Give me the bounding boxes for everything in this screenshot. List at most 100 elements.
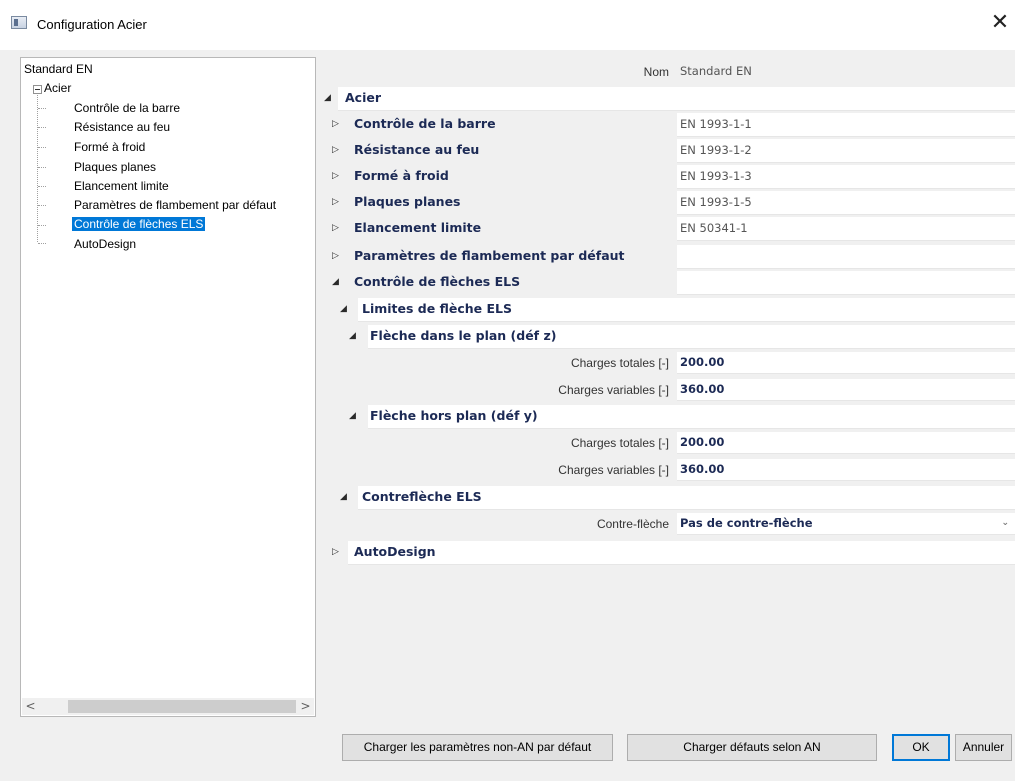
property-row-contre-fleche: Contre-flèche Pas de contre-flèche ⌄ [318,513,1015,535]
section-label-controle-fleches-els: Contrôle de flèches ELS [354,274,521,289]
section-label-controle-barre: Contrôle de la barre [354,116,496,131]
section-label-fleche-plan-z: Flèche dans le plan (déf z) [370,328,557,343]
section-controle-fleches-els[interactable]: ◢ Contrôle de flèches ELS [318,271,1015,295]
collapsed-icon[interactable]: ▷ [332,251,339,261]
section-label-limites-fleche-els: Limites de flèche ELS [362,301,512,316]
tree-node-resistance-feu[interactable]: Résistance au feu [74,120,170,134]
tree-connector [38,186,46,187]
tree-root-standard-en[interactable]: Standard EN [24,62,93,76]
section-label-plaques-planes: Plaques planes [354,194,461,209]
section-label-forme-froid: Formé à froid [354,168,449,183]
tree-node-controle-barre[interactable]: Contrôle de la barre [74,101,180,115]
section-plaques-planes[interactable]: ▷ Plaques planes EN 1993-1-5 [318,191,1015,215]
section-controle-barre[interactable]: ▷ Contrôle de la barre EN 1993-1-1 [318,113,1015,137]
tree-node-autodesign[interactable]: AutoDesign [74,237,136,251]
expanded-icon[interactable]: ◢ [340,492,347,502]
section-label-acier: Acier [345,90,382,105]
cancel-button[interactable]: Annuler [955,734,1012,761]
expanded-icon[interactable]: ◢ [324,93,331,103]
section-resistance-feu[interactable]: ▷ Résistance au feu EN 1993-1-2 [318,139,1015,163]
tree-connector [38,108,46,109]
window-title: Configuration Acier [37,17,147,32]
property-label-charges-totales: Charges totales [-] [570,436,669,450]
scroll-right-icon[interactable]: > [297,698,314,715]
section-background [677,271,1015,295]
section-background [338,87,1015,111]
close-icon[interactable]: ✕ [985,8,1015,38]
collapsed-icon[interactable]: ▷ [332,171,339,181]
property-grid: Nom Standard EN ◢ Acier ▷ Contrôle de la… [318,57,1015,717]
section-label-autodesign: AutoDesign [354,544,436,559]
property-label-charges-totales: Charges totales [-] [570,356,669,370]
tree-node-plaques-planes[interactable]: Plaques planes [74,160,156,174]
collapse-icon[interactable] [33,85,42,94]
section-background [348,541,1015,565]
horizontal-scrollbar[interactable]: < > [22,698,314,715]
scroll-left-icon[interactable]: < [22,698,39,715]
property-label-nom: Nom [643,65,669,79]
property-value-charges-variables[interactable]: 360.00 [677,379,1015,401]
property-value-charges-totales[interactable]: 200.00 [677,352,1015,374]
tree-node-parametres-flambement[interactable]: Paramètres de flambement par défaut [74,198,276,212]
collapsed-icon[interactable]: ▷ [332,547,339,557]
tree-node-acier[interactable]: Acier [44,81,71,95]
load-non-an-defaults-button[interactable]: Charger les paramètres non-AN par défaut [342,734,613,761]
navigation-tree: Standard EN Acier Contrôle de la barre R… [20,57,316,717]
section-contrefleche-els[interactable]: ◢ Contreflèche ELS [318,486,1015,510]
section-fleche-plan-z[interactable]: ◢ Flèche dans le plan (déf z) [318,325,1015,349]
app-window-icon [11,16,27,29]
expanded-icon[interactable]: ◢ [340,304,347,314]
section-elancement-limite[interactable]: ▷ Elancement limite EN 50341-1 [318,217,1015,241]
property-value-charges-totales[interactable]: 200.00 [677,432,1015,454]
collapsed-icon[interactable]: ▷ [332,119,339,129]
tree-connector [38,205,46,206]
tree-node-forme-froid[interactable]: Formé à froid [74,140,145,154]
expanded-icon[interactable]: ◢ [349,411,356,421]
contre-fleche-dropdown[interactable]: Pas de contre-flèche ⌄ [677,513,1015,535]
expanded-icon[interactable]: ◢ [332,277,339,287]
section-acier[interactable]: ◢ Acier [318,87,1015,111]
scroll-thumb[interactable] [68,700,296,713]
title-bar: Configuration Acier ✕ [0,0,1015,50]
section-label-elancement-limite: Elancement limite [354,220,482,235]
property-row-hors-plan-totales: Charges totales [-] 200.00 [318,432,1015,454]
section-limites-fleche-els[interactable]: ◢ Limites de flèche ELS [318,298,1015,322]
section-background [677,245,1015,269]
property-row-plan-z-totales: Charges totales [-] 200.00 [318,352,1015,374]
property-value-charges-variables[interactable]: 360.00 [677,459,1015,481]
collapsed-icon[interactable]: ▷ [332,223,339,233]
section-fleche-hors-plan-y[interactable]: ◢ Flèche hors plan (déf y) [318,405,1015,429]
tree-connector [38,243,46,244]
load-an-defaults-button[interactable]: Charger défauts selon AN [627,734,877,761]
section-label-contrefleche-els: Contreflèche ELS [362,489,482,504]
section-parametres-flambement[interactable]: ▷ Paramètres de flambement par défaut [318,245,1015,269]
section-forme-froid[interactable]: ▷ Formé à froid EN 1993-1-3 [318,165,1015,189]
tree-connector [38,127,46,128]
section-autodesign[interactable]: ▷ AutoDesign [318,541,1015,565]
section-label-resistance-feu: Résistance au feu [354,142,480,157]
tree-connector-line [37,95,38,242]
collapsed-icon[interactable]: ▷ [332,145,339,155]
tree-connector [38,147,46,148]
collapsed-icon[interactable]: ▷ [332,197,339,207]
property-value-nom[interactable]: Standard EN [677,61,1015,83]
tree-connector [38,225,46,226]
section-value-controle-barre[interactable]: EN 1993-1-1 [677,113,1015,137]
expanded-icon[interactable]: ◢ [349,331,356,341]
tree-connector [38,167,46,168]
section-value-plaques-planes[interactable]: EN 1993-1-5 [677,191,1015,215]
contre-fleche-selected-value: Pas de contre-flèche [680,516,813,530]
ok-button[interactable]: OK [892,734,950,761]
chevron-down-icon[interactable]: ⌄ [1001,513,1009,533]
tree-node-elancement-limite[interactable]: Elancement limite [74,179,169,193]
tree-node-controle-fleches-els[interactable]: Contrôle de flèches ELS [72,217,206,231]
section-label-parametres-flambement: Paramètres de flambement par défaut [354,248,625,263]
property-row-plan-z-variables: Charges variables [-] 360.00 [318,379,1015,401]
property-label-charges-variables: Charges variables [-] [558,463,669,477]
section-value-resistance-feu[interactable]: EN 1993-1-2 [677,139,1015,163]
section-value-elancement-limite[interactable]: EN 50341-1 [677,217,1015,241]
section-value-forme-froid[interactable]: EN 1993-1-3 [677,165,1015,189]
property-label-contre-fleche: Contre-flèche [596,517,669,531]
property-row-hors-plan-variables: Charges variables [-] 360.00 [318,459,1015,481]
property-row-nom: Nom Standard EN [318,61,1015,83]
